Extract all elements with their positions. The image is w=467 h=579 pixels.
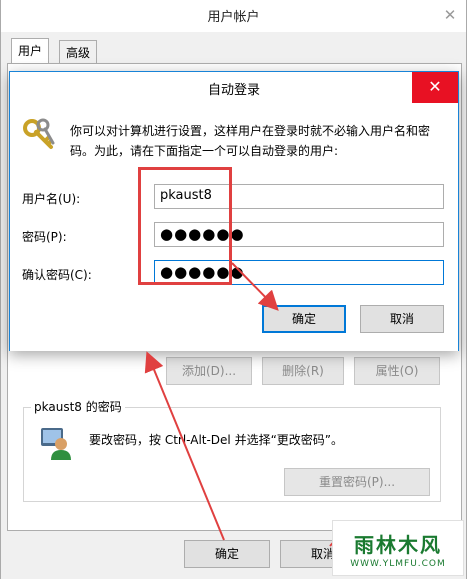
confirm-password-label: 确认密码(C): bbox=[22, 268, 92, 282]
close-icon[interactable]: ✕ bbox=[412, 72, 458, 103]
username-label: 用户名(U): bbox=[22, 192, 81, 206]
user-accounts-title: 用户帐户 bbox=[207, 10, 260, 25]
auto-logon-description: 你可以对计算机进行设置，这样用户在登录时就不必输入用户名和密码。为此，请在下面指… bbox=[70, 124, 431, 158]
watermark-logo: 雨林木风 WWW.YLMFU.COM bbox=[332, 520, 464, 576]
auto-logon-titlebar: 自动登录 ✕ bbox=[10, 72, 458, 103]
tab-advanced[interactable]: 高级 bbox=[59, 40, 98, 64]
auto-logon-title: 自动登录 bbox=[207, 83, 260, 98]
password-change-instruction: 要改密码，按 Ctrl-Alt-Del 并选择“更改密码”。 bbox=[89, 433, 344, 447]
watermark-title: 雨林木风 bbox=[354, 533, 442, 557]
auto-logon-ok-button[interactable]: 确定 bbox=[262, 305, 346, 333]
user-accounts-ok-button[interactable]: 确定 bbox=[184, 540, 270, 568]
password-label: 密码(P): bbox=[22, 230, 67, 244]
reset-password-button[interactable]: 重置密码(P)... bbox=[284, 468, 430, 496]
watermark-url: WWW.YLMFU.COM bbox=[350, 559, 446, 569]
add-user-button[interactable]: 添加(D)... bbox=[166, 357, 252, 385]
keys-icon bbox=[23, 118, 55, 149]
annotation-highlight-box bbox=[138, 167, 232, 285]
password-user-icon bbox=[41, 428, 71, 460]
user-properties-button[interactable]: 属性(O) bbox=[354, 357, 440, 385]
user-accounts-close-icon[interactable]: ✕ bbox=[434, 0, 466, 32]
password-group-legend: pkaust8 的密码 bbox=[31, 398, 125, 415]
user-accounts-titlebar: 用户帐户 ✕ bbox=[1, 0, 466, 32]
auto-logon-cancel-button[interactable]: 取消 bbox=[360, 305, 444, 333]
remove-user-button[interactable]: 删除(R) bbox=[262, 357, 344, 385]
tab-users[interactable]: 用户 bbox=[11, 38, 50, 64]
